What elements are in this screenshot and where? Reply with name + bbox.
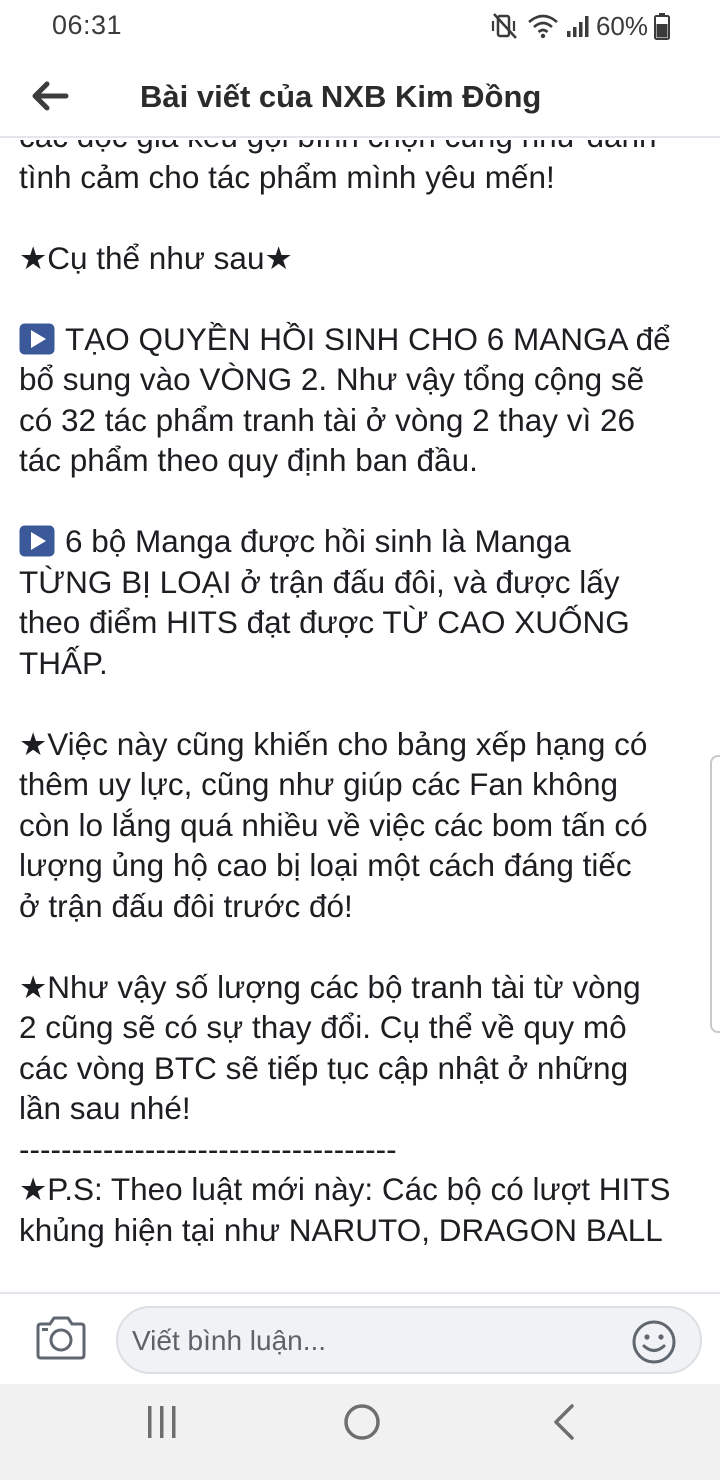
back-nav-button[interactable] bbox=[544, 1398, 584, 1446]
smiley-icon bbox=[632, 1320, 676, 1364]
post-line-text: 6 bộ Manga được hồi sinh là Manga bbox=[65, 523, 571, 559]
post-line bbox=[19, 278, 709, 319]
post-line-text: tình cảm cho tác phẩm mình yêu mến! bbox=[19, 158, 555, 195]
post-line-text: lượng ủng hộ cao bị loại một cách đáng t… bbox=[19, 847, 632, 883]
post-line: thêm uy lực, cũng như giúp các Fan không bbox=[19, 764, 709, 805]
status-bar: 06:31 60% bbox=[0, 0, 720, 52]
post-line bbox=[19, 197, 709, 238]
battery-percentage: 60% bbox=[595, 10, 648, 41]
camera-icon bbox=[36, 1316, 86, 1360]
arrow-left-icon bbox=[32, 81, 69, 111]
post-line: lượng ủng hộ cao bị loại một cách đáng t… bbox=[19, 845, 709, 886]
post-line: tác phẩm theo quy định ban đầu. bbox=[19, 440, 709, 481]
post-text: các độc giả kêu gọi bình chọn cũng như d… bbox=[19, 140, 709, 1250]
post-line-text: khủng hiện tại như NARUTO, DRAGON BALL bbox=[19, 1211, 663, 1248]
post-line-text: ở trận đấu đôi trước đó! bbox=[19, 887, 353, 924]
post-line-text: ★Như vậy số lượng các bộ tranh tài từ vò… bbox=[19, 968, 641, 1005]
post-line: khủng hiện tại như NARUTO, DRAGON BALL bbox=[19, 1210, 709, 1251]
post-line-text: THẤP. bbox=[19, 644, 108, 681]
post-line-text: ------------------------------------ bbox=[19, 1130, 397, 1167]
comment-bar: Viết bình luận... bbox=[0, 1292, 720, 1384]
post-line bbox=[19, 926, 709, 967]
back-button[interactable] bbox=[24, 70, 76, 122]
signal-icon bbox=[566, 16, 589, 37]
recents-button[interactable] bbox=[140, 1400, 184, 1444]
post-line-text: các độc giả kêu gọi bình chọn cũng như d… bbox=[19, 140, 657, 154]
post-line-text: tác phẩm theo quy định ban đầu. bbox=[19, 442, 478, 478]
post-line: ★Cụ thể như sau★ bbox=[19, 238, 709, 279]
scrollbar-thumb[interactable] bbox=[710, 755, 720, 1033]
recents-icon bbox=[148, 1406, 176, 1438]
post-line: ★Như vậy số lượng các bộ tranh tài từ vò… bbox=[19, 967, 709, 1008]
post-line-text: có 32 tác phẩm tranh tài ở vòng 2 thay v… bbox=[19, 401, 636, 438]
post-line: bổ sung vào VÒNG 2. Như vậy tổng cộng sẽ bbox=[19, 359, 709, 400]
back-icon bbox=[554, 1404, 574, 1440]
post-line-text: còn lo lắng quá nhiều về việc các bom tấ… bbox=[19, 806, 648, 843]
home-button[interactable] bbox=[338, 1398, 386, 1446]
post-line: THẤP. bbox=[19, 643, 709, 684]
post-line bbox=[19, 683, 709, 724]
post-line: theo điểm HITS đạt được TỪ CAO XUỐNG bbox=[19, 602, 709, 643]
status-time: 06:31 bbox=[52, 10, 123, 40]
post-line: còn lo lắng quá nhiều về việc các bom tấ… bbox=[19, 805, 709, 846]
post-line-text: ★Cụ thể như sau★ bbox=[19, 239, 293, 276]
comment-input[interactable]: Viết bình luận... bbox=[116, 1306, 702, 1374]
vibrate-mute-icon bbox=[491, 13, 517, 39]
post-content[interactable]: các độc giả kêu gọi bình chọn cũng như d… bbox=[0, 140, 720, 1292]
post-line bbox=[19, 481, 709, 522]
home-icon bbox=[344, 1404, 380, 1440]
header: Bài viết của NXB Kim Đồng bbox=[0, 52, 720, 138]
post-line: lần sau nhé! bbox=[19, 1088, 709, 1129]
post-line: ★P.S: Theo luật mới này: Các bộ có lượt … bbox=[19, 1169, 709, 1210]
post-line-text: ★Việc này cũng khiến cho bảng xếp hạng c… bbox=[19, 725, 648, 762]
post-line-text: các vòng BTC sẽ tiếp tục cập nhật ở nhữn… bbox=[19, 1049, 629, 1086]
comment-placeholder: Viết bình luận... bbox=[132, 1325, 327, 1356]
post-line: ------------------------------------ bbox=[19, 1129, 709, 1170]
page-title: Bài viết của NXB Kim Đồng bbox=[140, 79, 542, 114]
post-line-text: theo điểm HITS đạt được TỪ CAO XUỐNG bbox=[19, 604, 630, 640]
post-line-text: 2 cũng sẽ có sự thay đổi. Cụ thể về quy … bbox=[19, 1009, 627, 1045]
post-line: 6 bộ Manga được hồi sinh là Manga bbox=[19, 521, 709, 562]
post-line: ★Việc này cũng khiến cho bảng xếp hạng c… bbox=[19, 724, 709, 765]
post-line: ở trận đấu đôi trước đó! bbox=[19, 886, 709, 927]
post-line: TỪNG BỊ LOẠI ở trận đấu đôi, và được lấy bbox=[19, 562, 709, 603]
emoji-button[interactable] bbox=[630, 1318, 678, 1366]
post-line: 2 cũng sẽ có sự thay đổi. Cụ thể về quy … bbox=[19, 1007, 709, 1048]
post-line-text: TỪNG BỊ LOẠI ở trận đấu đôi, và được lấy bbox=[19, 563, 620, 600]
system-nav-bar bbox=[0, 1384, 720, 1480]
play-button-icon bbox=[19, 525, 55, 557]
post-line-text: TẠO QUYỀN HỒI SINH CHO 6 MANGA để bbox=[65, 320, 671, 357]
post-line: các vòng BTC sẽ tiếp tục cập nhật ở nhữn… bbox=[19, 1048, 709, 1089]
camera-button[interactable] bbox=[34, 1314, 88, 1362]
post-line: các độc giả kêu gọi bình chọn cũng như d… bbox=[19, 140, 709, 157]
post-line: tình cảm cho tác phẩm mình yêu mến! bbox=[19, 157, 709, 198]
play-button-icon bbox=[19, 323, 55, 354]
post-line: có 32 tác phẩm tranh tài ở vòng 2 thay v… bbox=[19, 400, 709, 441]
status-icons: 60% bbox=[490, 8, 670, 44]
post-line-text: lần sau nhé! bbox=[19, 1090, 191, 1126]
post-line-text: ★P.S: Theo luật mới này: Các bộ có lượt … bbox=[19, 1171, 671, 1207]
battery-icon bbox=[654, 13, 670, 40]
wifi-icon bbox=[528, 14, 558, 39]
post-line-text: bổ sung vào VÒNG 2. Như vậy tổng cộng sẽ bbox=[19, 361, 645, 397]
post-line-text: thêm uy lực, cũng như giúp các Fan không bbox=[19, 766, 619, 802]
post-line: TẠO QUYỀN HỒI SINH CHO 6 MANGA để bbox=[19, 319, 709, 360]
